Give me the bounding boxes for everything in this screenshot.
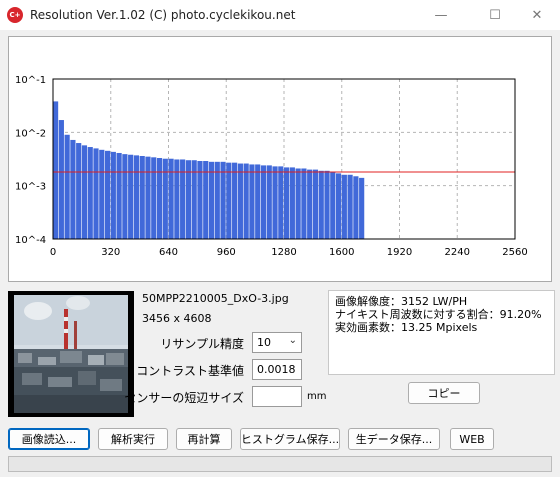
results-box: 画像解像度：3152 LW/PH ナイキスト周波数に対する割合：91.20% 実… <box>328 290 555 375</box>
copy-button[interactable]: コピー <box>408 382 480 404</box>
histogram-bar <box>249 164 255 239</box>
histogram-bar <box>81 145 88 239</box>
histogram-bar <box>226 162 232 239</box>
histogram-bar <box>208 161 215 239</box>
histogram-bar <box>260 165 267 239</box>
histogram-bar <box>168 158 174 239</box>
histogram-bar <box>237 163 243 239</box>
histogram-bar <box>353 176 359 239</box>
chevron-down-icon: ⌄ <box>288 335 297 346</box>
histogram-bar <box>93 148 99 239</box>
histogram-bar <box>220 161 226 239</box>
x-tick-label: 2240 <box>445 247 470 258</box>
image-thumbnail <box>8 291 134 417</box>
web-button[interactable]: WEB <box>450 428 494 450</box>
x-tick-label: 0 <box>50 247 56 258</box>
histogram-bar <box>139 155 145 239</box>
histogram-bar <box>128 154 134 239</box>
histogram-bar <box>87 147 93 239</box>
app-icon: C+ <box>7 7 23 23</box>
histogram-bar <box>359 177 365 239</box>
result-nyquist-ratio: ナイキスト周波数に対する割合：91.20% <box>335 308 542 321</box>
progress-bar <box>8 456 552 472</box>
histogram-bar <box>324 170 330 239</box>
histogram-bar <box>180 159 186 239</box>
sensor-unit: mm <box>307 391 327 402</box>
contrast-label: コントラスト基準値 <box>136 364 244 378</box>
maximize-button[interactable]: ☐ <box>472 0 518 30</box>
y-tick-label: 10^-1 <box>15 75 46 86</box>
y-tick-label: 10^-2 <box>15 128 46 139</box>
histogram-bar <box>295 168 301 239</box>
save-raw-data-button[interactable]: 生データ保存... <box>348 428 440 450</box>
y-tick-label: 10^-4 <box>15 235 46 246</box>
recalculate-button[interactable]: 再計算 <box>176 428 232 450</box>
histogram-bar <box>289 167 295 239</box>
histogram-bar <box>174 159 180 239</box>
histogram-panel: 0 320 640 960 1280 1600 1920 2240 2560 10^-1 10^-2… <box>8 36 552 282</box>
histogram-bar <box>58 120 64 239</box>
window-title: Resolution Ver.1.02 (C) photo.cyclekikou… <box>30 8 296 22</box>
histogram-bar <box>122 154 128 239</box>
histogram-bar <box>151 157 157 239</box>
x-tick-label: 1280 <box>271 247 296 258</box>
histogram-chart: 0 320 640 960 1280 1600 1920 2240 2560 10^-1 10^-2… <box>15 75 528 258</box>
close-button[interactable]: ✕ <box>514 0 560 30</box>
title-bar: C+ Resolution Ver.1.02 (C) photo.cycleki… <box>0 0 560 30</box>
histogram-bar <box>318 170 324 239</box>
y-tick-label: 10^-3 <box>15 182 46 193</box>
histogram-bar <box>99 149 105 239</box>
histogram-bar <box>307 169 313 239</box>
histogram-bar <box>232 162 238 239</box>
histogram-bar <box>203 161 209 239</box>
histogram-bar <box>214 161 220 239</box>
histogram-bar <box>64 134 70 239</box>
file-name: 50MPP2210005_DxO-3.jpg <box>142 292 289 305</box>
sensor-size-label: センサーの短辺サイズ <box>124 391 244 405</box>
save-histogram-button[interactable]: ヒストグラム保存... <box>240 428 340 450</box>
result-effective-pixels: 実効画素数：13.25 Mpixels <box>335 321 478 334</box>
histogram-bar <box>266 165 272 239</box>
histogram-bar <box>272 166 278 239</box>
x-tick-label: 1600 <box>329 247 354 258</box>
histogram-bar <box>156 158 163 239</box>
histogram-bar <box>243 163 249 239</box>
histogram-bar <box>347 174 353 239</box>
histogram-bar <box>255 164 261 239</box>
resample-label: リサンプル精度 <box>160 337 244 351</box>
histogram-bar <box>110 151 116 239</box>
contrast-input[interactable]: 0.0018 <box>252 359 302 380</box>
histogram-bar <box>76 143 82 239</box>
x-tick-label: 1920 <box>387 247 412 258</box>
histogram-bar <box>301 168 307 239</box>
histogram-bar <box>133 155 140 239</box>
resample-value: 10 <box>257 336 271 349</box>
x-tick-label: 320 <box>101 247 120 258</box>
histogram-bar <box>330 172 336 239</box>
histogram-bar <box>116 152 122 239</box>
histogram-bar <box>197 161 203 239</box>
histogram-bar <box>53 101 59 239</box>
load-image-button[interactable]: 画像読込... <box>8 428 90 450</box>
image-dimensions: 3456 x 4608 <box>142 312 212 325</box>
histogram-bar <box>104 150 111 239</box>
histogram-bar <box>162 158 168 239</box>
histogram-bar <box>284 167 290 239</box>
histogram-bar <box>278 166 284 239</box>
x-tick-label: 960 <box>217 247 236 258</box>
histogram-bar <box>312 169 319 239</box>
minimize-button[interactable]: — <box>418 0 464 30</box>
histogram-bar <box>335 173 342 239</box>
result-resolution: 画像解像度：3152 LW/PH <box>335 295 468 308</box>
histogram-bar <box>70 139 76 239</box>
x-tick-label: 2560 <box>502 247 527 258</box>
x-tick-label: 640 <box>159 247 178 258</box>
sensor-size-input[interactable] <box>252 386 302 407</box>
histogram-bar <box>341 174 347 239</box>
histogram-bar <box>145 156 151 239</box>
resample-select[interactable]: 10 ⌄ <box>252 332 302 353</box>
run-analysis-button[interactable]: 解析実行 <box>98 428 168 450</box>
